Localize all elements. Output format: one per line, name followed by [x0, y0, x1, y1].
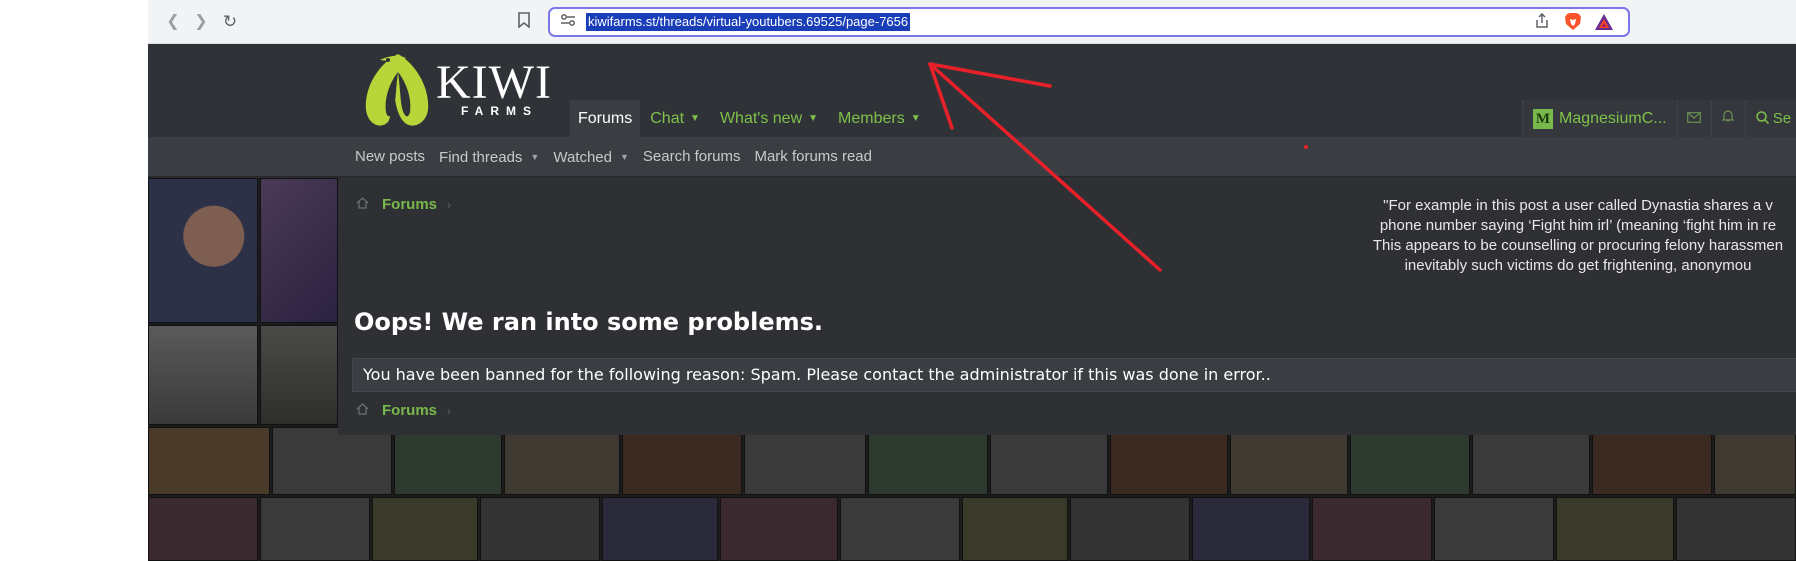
quote-line: This appears to be counselling or procur…	[1372, 237, 1784, 254]
collage-image	[840, 497, 960, 561]
url-text[interactable]: kiwifarms.st/threads/virtual-youtubers.6…	[586, 13, 911, 31]
quote-line: inevitably such victims do get frighteni…	[1404, 257, 1752, 274]
breadcrumb: Forums ›	[356, 196, 451, 213]
tab-chat[interactable]: Chat ▼	[640, 100, 710, 137]
subnav-new-posts-label: New posts	[355, 148, 426, 165]
subnav-mark-read[interactable]: Mark forums read	[747, 137, 879, 177]
collage-image	[622, 427, 742, 495]
browser-toolbar: ❮ ❯ ↻ kiwifarms.st/threads/virtual-youtu…	[148, 0, 1796, 44]
site-header: KIWI FARMS Forums Chat ▼ What's new ▼ Memb…	[148, 44, 1796, 137]
username: MagnesiumC...	[1559, 109, 1667, 127]
collage-image	[504, 427, 620, 495]
reload-icon[interactable]: ↻	[219, 11, 241, 33]
logo-subtitle: FARMS	[461, 104, 538, 118]
main-nav: Forums Chat ▼ What's new ▼ Members ▼	[570, 100, 931, 137]
collage-image	[990, 427, 1108, 495]
user-area: M MagnesiumC... Se	[1522, 100, 1796, 137]
collage-image	[148, 178, 258, 323]
tab-members-label: Members	[838, 110, 905, 127]
subnav-search-forums-label: Search forums	[642, 148, 741, 165]
subnav-new-posts[interactable]: New posts	[348, 137, 432, 177]
subnav-find-threads-label: Find threads	[439, 149, 523, 166]
collage-image	[1434, 497, 1554, 561]
share-icon[interactable]	[1532, 12, 1552, 31]
bell-icon[interactable]	[1710, 100, 1745, 137]
breadcrumb-bottom: Forums ›	[356, 402, 451, 419]
collage-image	[148, 427, 270, 495]
site-settings-icon[interactable]	[558, 13, 578, 31]
collage-image	[962, 497, 1068, 561]
kiwifarms-site: KIWI FARMS Forums Chat ▼ What's new ▼ Memb…	[148, 44, 1796, 561]
envelope-icon[interactable]	[1676, 100, 1711, 137]
search-icon	[1755, 111, 1769, 125]
chevron-right-icon: ›	[447, 197, 452, 212]
collage-image	[720, 497, 838, 561]
collage-image	[1350, 427, 1470, 495]
quote-line: "For example in this post a user called …	[1383, 197, 1773, 214]
collage-image	[148, 497, 258, 561]
collage-image	[1472, 427, 1590, 495]
collage-image	[1110, 427, 1228, 495]
collage-image	[868, 427, 988, 495]
tab-forums[interactable]: Forums	[570, 100, 641, 137]
avatar: M	[1533, 108, 1553, 129]
tab-whats-new-label: What's new	[719, 110, 803, 127]
sub-navigation: New posts Find threads ▼ Watched ▼ Search …	[148, 137, 1796, 177]
page-title: Oops! We ran into some problems.	[354, 308, 824, 336]
search-button[interactable]: Se	[1744, 100, 1796, 137]
brave-shields-icon[interactable]	[1564, 12, 1582, 32]
collage-image	[260, 178, 338, 323]
collage-image	[372, 497, 478, 561]
chevron-down-icon[interactable]: ▼	[911, 100, 921, 137]
collage-image	[1676, 497, 1796, 561]
subnav-find-threads[interactable]: Find threads ▼	[432, 137, 546, 177]
collage-image	[1312, 497, 1432, 561]
kiwi-logo-icon	[365, 54, 429, 126]
chevron-down-icon[interactable]: ▼	[808, 100, 818, 137]
brave-rewards-icon[interactable]	[1594, 13, 1614, 31]
collage-image	[148, 325, 258, 425]
forward-icon[interactable]: ❯	[190, 11, 212, 33]
collage-image	[1592, 427, 1712, 495]
collage-image	[272, 427, 392, 495]
chevron-down-icon[interactable]: ▼	[690, 100, 700, 137]
chevron-down-icon[interactable]: ▼	[620, 137, 629, 177]
breadcrumb-forums[interactable]: Forums	[382, 196, 437, 213]
tab-forums-label: Forums	[578, 110, 633, 127]
address-bar[interactable]: kiwifarms.st/threads/virtual-youtubers.6…	[548, 7, 1630, 37]
collage-image	[1556, 497, 1674, 561]
subnav-watched[interactable]: Watched ▼	[546, 137, 636, 177]
subnav-search-forums[interactable]: Search forums	[636, 137, 748, 177]
collage-image	[1070, 497, 1190, 561]
subnav-watched-label: Watched	[553, 149, 612, 166]
collage-image	[1714, 427, 1796, 495]
back-icon[interactable]: ❮	[162, 11, 184, 33]
account-button[interactable]: M MagnesiumC...	[1522, 100, 1677, 137]
collage-image	[1230, 427, 1348, 495]
collage-image	[1192, 497, 1310, 561]
error-panel: Forums › "For example in this post a use…	[338, 178, 1796, 435]
collage-image	[602, 497, 718, 561]
chevron-right-icon: ›	[447, 403, 452, 418]
search-label: Se	[1772, 110, 1792, 127]
error-message: You have been banned for the following r…	[352, 358, 1796, 392]
logo-wordmark: KIWI	[436, 56, 552, 109]
header-quote: "For example in this post a user called …	[1348, 196, 1796, 276]
chevron-down-icon[interactable]: ▼	[530, 137, 539, 177]
collage-image	[394, 427, 502, 495]
home-icon[interactable]	[356, 197, 372, 212]
breadcrumb-forums[interactable]: Forums	[382, 402, 437, 419]
subnav-mark-read-label: Mark forums read	[754, 148, 872, 165]
quote-line: phone number saying ‘Fight him irl’ (mea…	[1379, 217, 1777, 234]
bookmark-icon[interactable]	[514, 12, 534, 32]
collage-image	[744, 427, 866, 495]
home-icon[interactable]	[356, 403, 372, 418]
collage-image	[480, 497, 600, 561]
tab-whats-new[interactable]: What's new ▼	[710, 100, 828, 137]
tab-members[interactable]: Members ▼	[828, 100, 931, 137]
collage-image	[260, 497, 370, 561]
collage-image	[260, 325, 338, 425]
tab-chat-label: Chat	[650, 110, 685, 127]
